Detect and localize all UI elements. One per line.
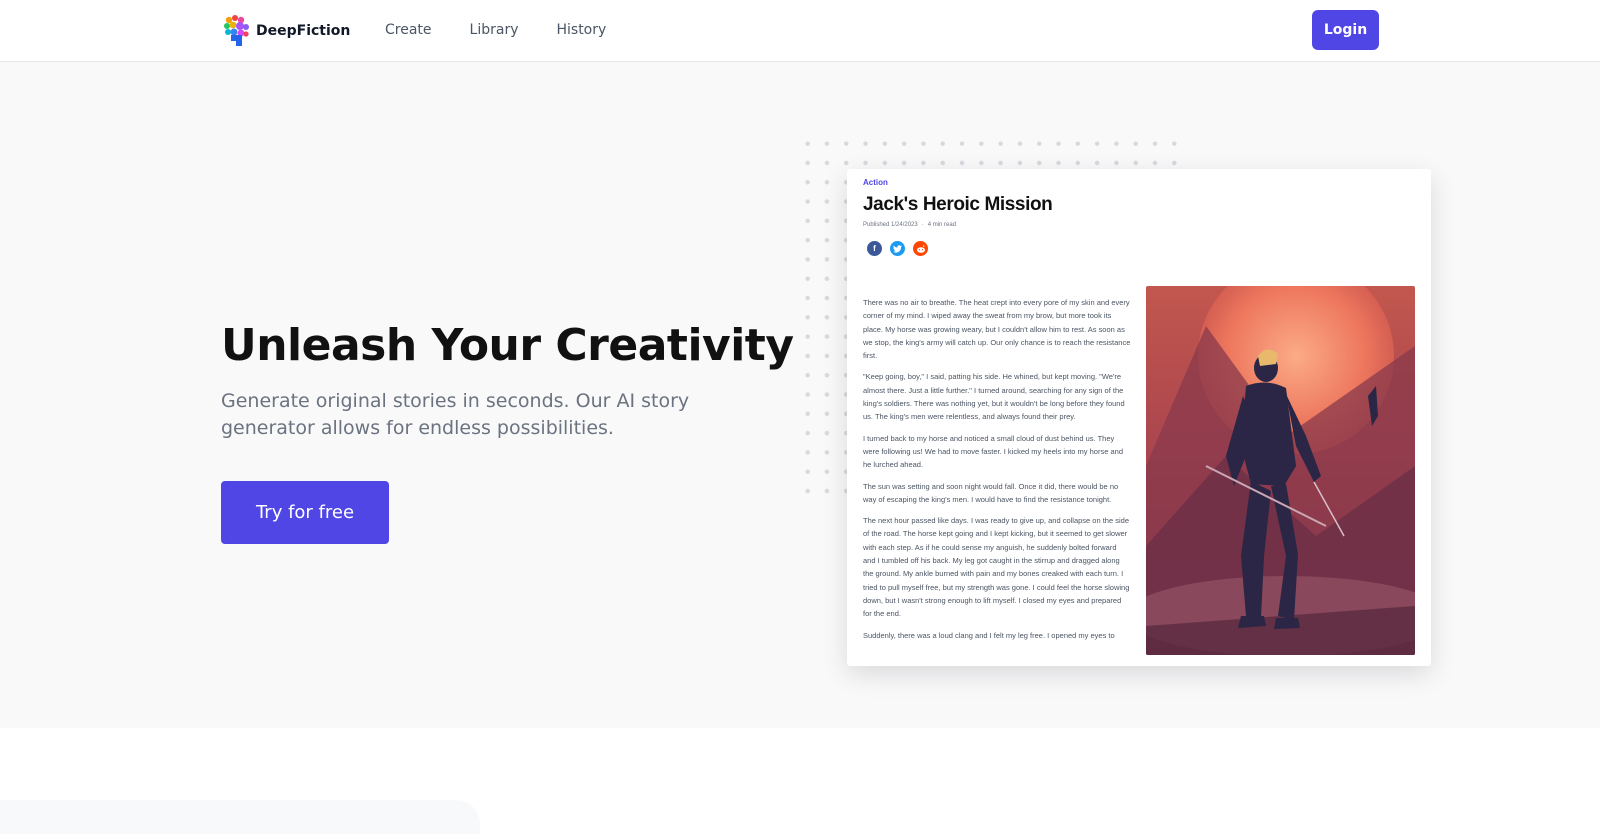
story-preview-card: Action Jack's Heroic Mission Published 1… bbox=[847, 169, 1431, 666]
top-navbar: DeepFiction Create Library History Login bbox=[0, 0, 1600, 62]
hero-section: Unleash Your Creativity Generate origina… bbox=[0, 62, 1600, 728]
twitter-icon[interactable] bbox=[890, 241, 905, 256]
login-button[interactable]: Login bbox=[1312, 10, 1379, 50]
story-paragraph: "Keep going, boy," I said, patting his s… bbox=[863, 372, 1125, 422]
story-text: There was no air to breathe. The heat cr… bbox=[863, 296, 1131, 650]
story-paragraph: Suddenly, there was a loud clang and I f… bbox=[863, 630, 1115, 640]
story-read-time: 4 min read bbox=[927, 222, 957, 228]
story-title: Jack's Heroic Mission bbox=[863, 194, 1053, 215]
reddit-icon[interactable] bbox=[913, 241, 928, 256]
try-for-free-button[interactable]: Try for free bbox=[221, 481, 389, 544]
meta-separator: · bbox=[921, 222, 924, 228]
share-buttons: f bbox=[867, 241, 928, 256]
hero-subtext: Generate original stories in seconds. Ou… bbox=[221, 390, 690, 439]
story-paragraph: I turned back to my horse and noticed a … bbox=[863, 433, 1123, 470]
story-paragraph: There was no air to breathe. The heat cr… bbox=[863, 298, 1131, 361]
story-meta: Published 1/24/2023 · 4 min read bbox=[863, 222, 956, 228]
story-paragraph: The sun was setting and soon night would… bbox=[863, 481, 1119, 504]
story-genre-tag[interactable]: Action bbox=[863, 178, 888, 187]
story-paragraph: The next hour passed like days. I was re… bbox=[863, 516, 1130, 619]
story-illustration bbox=[1146, 286, 1415, 655]
next-section-card-edge bbox=[0, 800, 480, 834]
brand-logo-link[interactable]: DeepFiction bbox=[222, 14, 350, 48]
facebook-icon[interactable]: f bbox=[867, 241, 882, 256]
nav-link-library[interactable]: Library bbox=[470, 22, 519, 38]
story-published-date: Published 1/24/2023 bbox=[863, 222, 918, 228]
brand-name: DeepFiction bbox=[256, 23, 351, 39]
brain-logo-icon bbox=[222, 14, 250, 48]
nav-link-create[interactable]: Create bbox=[385, 22, 432, 38]
main-nav: Create Library History bbox=[385, 22, 606, 38]
hero-headline: Unleash Your Creativity bbox=[221, 320, 794, 371]
nav-link-history[interactable]: History bbox=[556, 22, 606, 38]
